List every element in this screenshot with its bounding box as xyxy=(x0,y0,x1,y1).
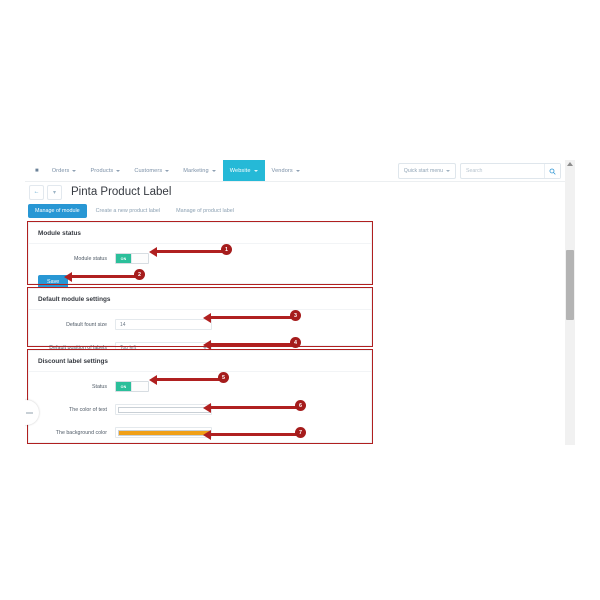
quick-start-menu-button[interactable]: Quick start menu xyxy=(397,163,456,179)
field-label: Status xyxy=(91,383,107,390)
field-label: Default fount size xyxy=(66,321,107,328)
nav-item-orders[interactable]: Orders xyxy=(45,160,84,181)
form-row-module-status: Module status ON xyxy=(29,250,371,267)
color-swatch xyxy=(117,429,210,436)
header-dropdown-button[interactable]: ▾ xyxy=(47,184,62,200)
chevron-down-icon xyxy=(203,346,207,349)
tab-manage-of-module[interactable]: Manage of module xyxy=(28,204,87,218)
field-label: Module status xyxy=(74,255,107,262)
panel-title: Discount label settings xyxy=(29,351,371,372)
search-button[interactable] xyxy=(544,164,560,178)
color-swatch xyxy=(117,406,210,413)
nav-item-website[interactable]: Website xyxy=(222,160,265,181)
chevron-down-icon xyxy=(446,170,450,172)
form-row-status: Status ON xyxy=(29,378,371,395)
panel-title: Module status xyxy=(29,223,371,244)
panel-default-module-settings: Default module settings Default fount si… xyxy=(28,288,372,353)
field-label: The color of text xyxy=(69,406,107,413)
toggle-knob xyxy=(131,382,148,391)
nav-item-customers[interactable]: Customers xyxy=(127,160,176,181)
tab-manage-of-product-label[interactable]: Manage of product label xyxy=(169,204,241,218)
search-icon xyxy=(549,168,556,175)
chevron-down-icon xyxy=(72,169,77,172)
search-input[interactable] xyxy=(461,164,544,178)
nav-item-label: Customers xyxy=(134,167,163,174)
vertical-scrollbar[interactable] xyxy=(565,160,575,445)
nav-item-marketing[interactable]: Marketing xyxy=(176,160,222,181)
form-row-color-of-text: The color of text xyxy=(29,401,371,418)
chevron-down-icon xyxy=(295,169,300,172)
chevron-down-icon xyxy=(253,169,258,172)
chevron-down-icon xyxy=(165,169,170,172)
page-title: Pinta Product Label xyxy=(71,186,172,198)
scrollbar-thumb[interactable] xyxy=(566,250,574,320)
main-menu: ■ Orders Products Customers Marketing We… xyxy=(29,160,307,181)
panel-body: Status ON The color of text The backgrou… xyxy=(29,372,371,445)
nav-item-label: Vendors xyxy=(271,167,293,174)
nav-item-label: Marketing xyxy=(183,167,209,174)
text-color-picker[interactable] xyxy=(115,404,212,415)
chevron-down-icon xyxy=(116,169,121,172)
badge-bar-icon xyxy=(25,411,33,414)
toggle-on-label: ON xyxy=(116,254,131,263)
background-color-picker[interactable] xyxy=(115,427,212,438)
tab-create-a-new-product-label[interactable]: Create a new product label xyxy=(89,204,167,218)
toggle-knob xyxy=(131,254,148,263)
form-row-background-color: The background color xyxy=(29,424,371,441)
scroll-up-arrow-icon[interactable] xyxy=(567,162,573,166)
field-label: The background color xyxy=(55,429,107,436)
panel-discount-label-settings: Discount label settings Status ON The co… xyxy=(28,350,372,443)
save-button[interactable]: Save xyxy=(38,274,69,289)
panel-title: Default module settings xyxy=(29,289,371,310)
quick-start-menu-label: Quick start menu xyxy=(403,168,443,174)
form-row-default-fount-size: Default fount size xyxy=(29,316,371,333)
nav-item-label: Website xyxy=(229,167,251,174)
top-navigation-bar: ■ Orders Products Customers Marketing We… xyxy=(25,160,575,182)
panel-module-status: Module status Module status ON Save xyxy=(28,222,372,289)
page-header: ← ▾ Pinta Product Label xyxy=(25,181,575,203)
search-box xyxy=(460,163,561,179)
top-bar-actions: Quick start menu xyxy=(397,163,561,179)
chevron-down-icon xyxy=(211,169,216,172)
screenshot-canvas: ■ Orders Products Customers Marketing We… xyxy=(0,0,600,600)
back-button[interactable]: ← xyxy=(29,184,44,200)
nav-item-home[interactable]: ■ xyxy=(29,160,45,181)
toggle-on-label: ON xyxy=(116,382,131,391)
module-status-toggle[interactable]: ON xyxy=(115,253,149,264)
home-icon: ■ xyxy=(35,167,39,174)
tab-bar: Manage of module Create a new product la… xyxy=(28,204,241,218)
back-arrow-icon: ← xyxy=(33,189,40,195)
nav-item-vendors[interactable]: Vendors xyxy=(265,160,307,181)
default-fount-size-input[interactable] xyxy=(115,319,212,330)
discount-status-toggle[interactable]: ON xyxy=(115,381,149,392)
nav-item-label: Orders xyxy=(51,167,70,174)
nav-item-label: Products xyxy=(90,167,114,174)
chevron-down-icon: ▾ xyxy=(52,189,56,196)
nav-item-products[interactable]: Products xyxy=(83,160,127,181)
browser-viewport: ■ Orders Products Customers Marketing We… xyxy=(25,160,575,445)
